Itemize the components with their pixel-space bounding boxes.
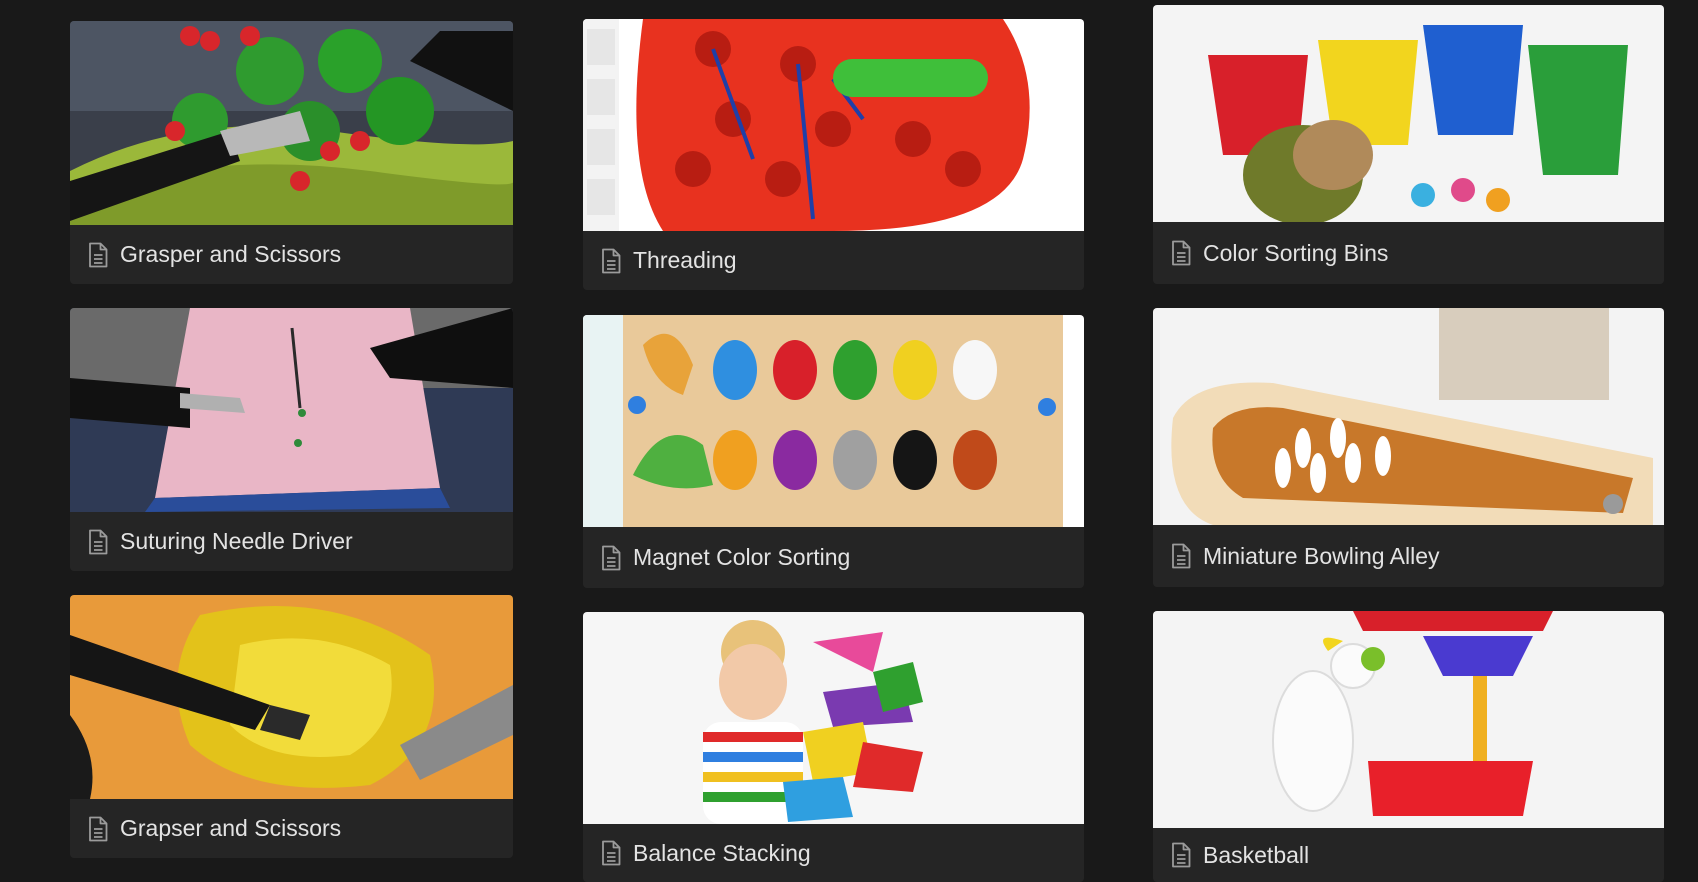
page-icon: [89, 242, 108, 267]
gallery-card-threading[interactable]: Threading: [583, 19, 1084, 290]
card-title: Basketball: [1203, 841, 1310, 868]
card-cover-image: [70, 308, 513, 512]
card-caption: Grasper and Scissors: [70, 225, 513, 284]
card-caption: Threading: [583, 231, 1084, 290]
page-icon: [602, 248, 621, 273]
card-cover-image: [583, 612, 1084, 824]
card-title: Suturing Needle Driver: [120, 528, 353, 554]
card-title: Balance Stacking: [633, 839, 811, 866]
page-icon: [602, 840, 621, 866]
card-caption: Grapser and Scissors: [70, 799, 513, 858]
gallery-card-miniature-bowling-alley[interactable]: Miniature Bowling Alley: [1153, 308, 1664, 587]
page-icon: [1172, 543, 1191, 569]
card-title: Magnet Color Sorting: [633, 544, 851, 570]
card-caption: Balance Stacking: [583, 824, 1084, 882]
card-title: Grasper and Scissors: [120, 241, 342, 267]
page-icon: [1172, 842, 1191, 868]
card-caption: Magnet Color Sorting: [583, 527, 1084, 588]
card-caption: Color Sorting Bins: [1153, 222, 1664, 284]
card-title: Color Sorting Bins: [1203, 239, 1389, 266]
gallery-card-grasper-and-scissors[interactable]: Grasper and Scissors: [70, 21, 513, 284]
gallery-card-color-sorting-bins[interactable]: Color Sorting Bins: [1153, 5, 1664, 284]
gallery-card-basketball[interactable]: Basketball: [1153, 611, 1664, 882]
card-cover-image: [1153, 611, 1664, 828]
page-icon: [602, 545, 621, 570]
card-cover-image: [70, 595, 513, 799]
card-caption: Basketball: [1153, 828, 1664, 882]
card-cover-image: [1153, 308, 1664, 525]
page-icon: [89, 816, 108, 841]
page-icon: [89, 529, 108, 554]
card-title: Miniature Bowling Alley: [1203, 542, 1440, 569]
gallery-card-grapser-and-scissors[interactable]: Grapser and Scissors: [70, 595, 513, 858]
card-title: Grapser and Scissors: [120, 815, 342, 841]
gallery-card-magnet-color-sorting[interactable]: Magnet Color Sorting: [583, 315, 1084, 588]
card-caption: Miniature Bowling Alley: [1153, 525, 1664, 587]
card-title: Threading: [633, 247, 737, 273]
page-icon: [1172, 240, 1191, 266]
card-cover-image: [1153, 5, 1664, 222]
card-cover-image: [70, 21, 513, 225]
card-cover-image: [583, 19, 1084, 231]
card-cover-image: [583, 315, 1084, 527]
card-caption: Suturing Needle Driver: [70, 512, 513, 571]
gallery-card-suturing-needle-driver[interactable]: Suturing Needle Driver: [70, 308, 513, 571]
gallery-card-balance-stacking[interactable]: Balance Stacking: [583, 612, 1084, 882]
gallery-board: Grasper and Scissors Threading Color Sor…: [0, 0, 1698, 882]
